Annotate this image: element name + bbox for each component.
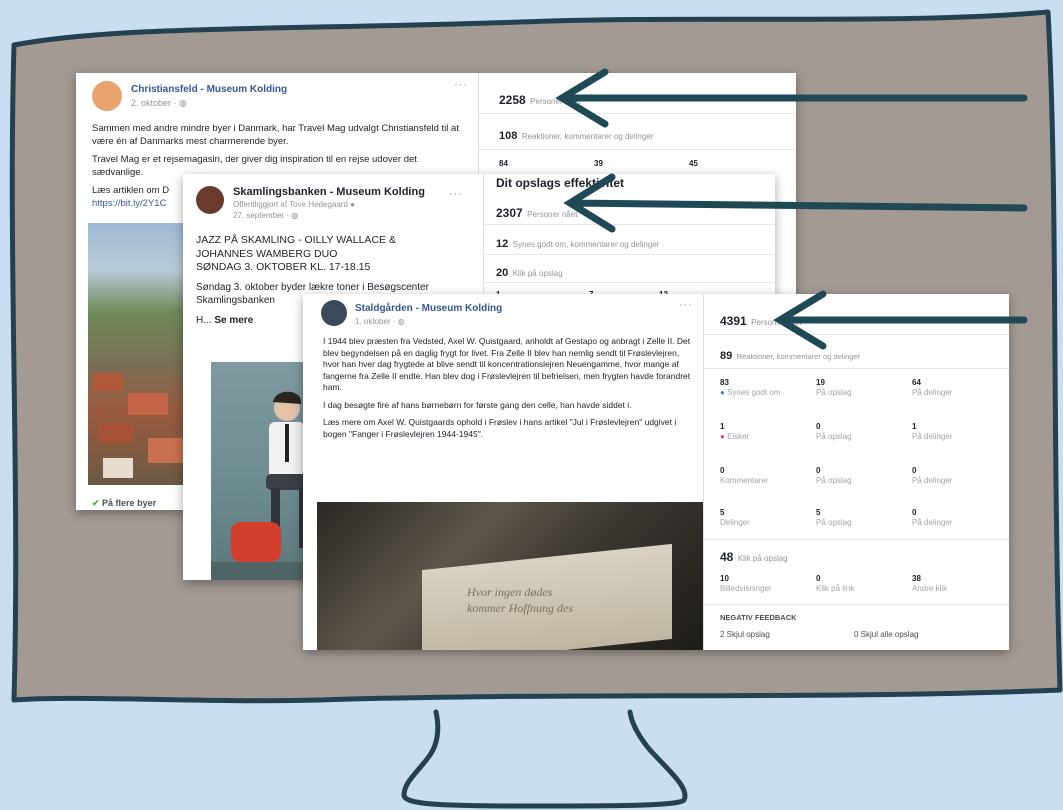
post-paragraph: I dag besøgte fire af hans børnebørn for… — [323, 399, 632, 410]
love-icon: ● — [720, 432, 728, 441]
divider — [704, 368, 1009, 369]
post-text: I 1944 blev præsten fra Vedsted, Axel W.… — [323, 336, 693, 446]
clicks-count: 48 — [720, 550, 734, 564]
metric-cell: 0 På opslag — [816, 466, 852, 485]
post-title-line: SØNDAG 3. OKTOBER KL. 17-18.15 — [196, 261, 371, 273]
reach-label: Personer nået — [530, 97, 581, 106]
post-paragraph: Sammen med andre mindre byer i Danmark, … — [92, 123, 459, 147]
metric-cell: 64 På delinger — [912, 378, 953, 397]
divider — [484, 282, 775, 283]
metric-value: 84 — [499, 159, 508, 168]
post-date: 2. oktober · ◍ — [131, 98, 187, 108]
reach-label: Personer nået — [751, 318, 802, 327]
reach-count: 2258 — [499, 93, 526, 107]
metric-cell: 38 Andre klik — [912, 574, 948, 593]
post-footer: ✔ På flere byer — [92, 498, 157, 508]
hide-all-count: 0 Skjul alle opslag — [854, 630, 919, 639]
clicks-row: 48 Klik på opslag — [720, 548, 788, 566]
post-paragraph: Læs mere om Axel W. Quistgaards ophold i… — [323, 417, 677, 439]
divider — [704, 334, 1009, 335]
page-name[interactable]: Christiansfeld - Museum Kolding — [131, 84, 287, 95]
reach-count: 2307 — [496, 206, 523, 220]
see-more-link[interactable]: Se mere — [214, 315, 253, 326]
insights-panel: 4391 Personer nået 89 Reaktioner, kommen… — [703, 294, 1009, 650]
divider — [479, 113, 796, 114]
reach-row: 4391 Personer nået — [720, 312, 801, 330]
divider — [479, 149, 796, 150]
post-title-line: JAZZ PÅ SKAMLING - OILLY WALLACE & — [196, 234, 396, 246]
page-avatar — [196, 186, 224, 214]
reach-row: 2307 Personer nået — [496, 204, 577, 222]
check-icon: ✔ — [92, 498, 103, 508]
reach-row: 2258 Personer nået — [499, 91, 580, 109]
metric-cell: 5 Delinger — [720, 508, 750, 527]
metric-cell: 0 Kommentarer — [720, 466, 769, 485]
insights-heading: Dit opslags effektivitet — [496, 176, 625, 190]
divider — [484, 224, 775, 225]
ellipsis-icon[interactable]: ··· — [449, 188, 463, 200]
page-name[interactable]: Staldgården - Museum Kolding — [355, 303, 502, 314]
metric-cell: 1 ● Elsker — [720, 422, 750, 441]
metric-cell: 0 På delinger — [912, 466, 953, 485]
info-icon: ● — [350, 200, 355, 209]
metric-cell: 5 På opslag — [816, 508, 852, 527]
metric-cell: 83 ● Synes godt om — [720, 378, 781, 397]
post-panel: Staldgården - Museum Kolding 1. oktober … — [303, 294, 703, 650]
post-title-line: JOHANNES WAMBERG DUO — [196, 247, 338, 260]
metric-cell: 1 På delinger — [912, 422, 953, 441]
clicks-label: Klik på opslag — [737, 554, 788, 563]
clicks-row: 20 Klik på opslag — [496, 263, 563, 281]
engagement-count: 89 — [720, 350, 733, 362]
page-name[interactable]: Skamlingsbanken - Museum Kolding — [233, 186, 425, 198]
post-paragraph: I 1944 blev præsten fra Vedsted, Axel W.… — [323, 336, 691, 392]
divider — [704, 539, 1009, 540]
engagement-row: 89 Reaktioner, kommentarer og delinger — [720, 346, 860, 364]
clicks-label: Klik på opslag — [512, 269, 563, 278]
like-icon: ● — [720, 388, 728, 397]
globe-icon: ◍ — [291, 211, 299, 220]
metric-value: 45 — [689, 159, 698, 168]
metric-cell: 0 På delinger — [912, 508, 953, 527]
engagement-label: Synes godt om, kommentarer og delinger — [512, 240, 660, 249]
clicks-count: 20 — [496, 267, 509, 279]
metric-cell: 19 På opslag — [816, 378, 852, 397]
monitor-stand — [401, 709, 688, 809]
post-card-staldgaarden: Staldgården - Museum Kolding 1. oktober … — [303, 294, 1009, 650]
engagement-label: Reaktioner, kommentarer og delinger — [736, 352, 861, 361]
globe-icon: ◍ — [179, 98, 187, 108]
reach-count: 4391 — [720, 314, 747, 328]
wall-inscription: Hvor ingen dødes kommer Hoffnung des — [467, 585, 573, 615]
engagement-count: 108 — [499, 130, 518, 142]
engagement-count: 12 — [496, 238, 509, 250]
engagement-row: 12 Synes godt om, kommentarer og delinge… — [496, 234, 659, 252]
divider — [484, 254, 775, 255]
engagement-row: 108 Reaktioner, kommentarer og delinger — [499, 126, 653, 144]
metric-cell: 0 På opslag — [816, 422, 852, 441]
metric-cell: 10 Billedvisninger — [720, 574, 772, 593]
globe-icon: ◍ — [397, 317, 405, 326]
page-avatar — [92, 81, 122, 111]
reach-label: Personer nået — [527, 210, 578, 219]
ellipsis-icon[interactable]: ··· — [679, 299, 693, 311]
posted-by: Offentliggjort af Tove Hedegaard ● — [233, 200, 355, 209]
town-rooftops — [93, 373, 193, 478]
divider — [704, 604, 1009, 605]
negative-feedback-heading: NEGATIV FEEDBACK — [720, 613, 797, 622]
page-avatar — [321, 300, 347, 326]
post-date: 1. oktober · ◍ — [355, 317, 405, 326]
post-photo-aerial-town — [88, 223, 198, 485]
scene: Christiansfeld - Museum Kolding 2. oktob… — [0, 0, 1063, 810]
engagement-label: Reaktioner, kommentarer og delinger — [521, 132, 654, 141]
metric-cell: 0 Klik på link — [816, 574, 855, 593]
hide-post-count: 2 Skjul opslag — [720, 630, 770, 639]
ellipsis-icon[interactable]: ··· — [454, 79, 468, 91]
metric-value: 39 — [594, 159, 603, 168]
post-photo-cell-inscription: Hvor ingen dødes kommer Hoffnung des — [317, 502, 703, 650]
post-date: 27. september · ◍ — [233, 211, 299, 220]
